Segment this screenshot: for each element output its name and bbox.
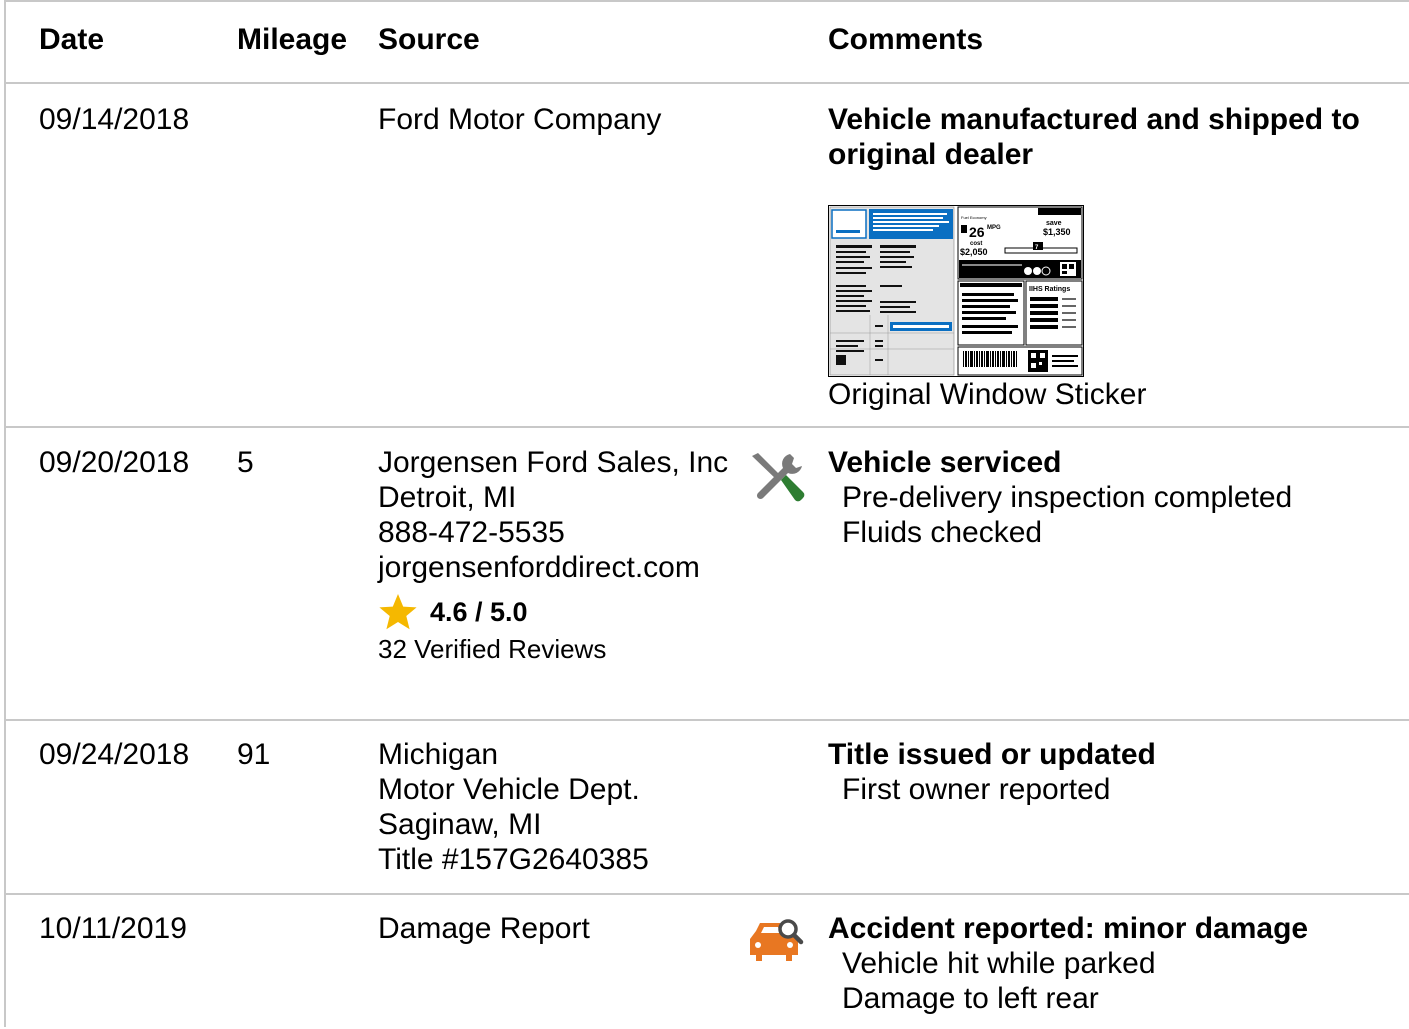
verified-reviews-link[interactable]: 32 Verified Reviews: [378, 633, 748, 665]
table-row: 09/24/2018 91 Michigan Motor Vehicle Dep…: [6, 721, 1409, 895]
record-comments: Vehicle manufactured and shipped to orig…: [828, 102, 1398, 412]
comment-detail: First owner reported: [842, 773, 1111, 806]
record-date: 10/11/2019: [39, 912, 187, 945]
star-icon: [379, 594, 417, 630]
comment-detail: Damage to left rear: [842, 982, 1099, 1015]
svg-text:MPG: MPG: [987, 225, 1001, 231]
table-row: 10/11/2019 Damage Report Accident report…: [6, 895, 1409, 1029]
dealer-rating[interactable]: 4.6 / 5.0: [378, 593, 748, 631]
source-line: Jorgensen Ford Sales, Inc: [378, 446, 729, 479]
record-comments: Vehicle serviced Pre-delivery inspection…: [828, 445, 1398, 550]
source-line: Michigan: [378, 738, 499, 771]
wrench-screwdriver-icon: [752, 453, 805, 502]
source-line: Title #157G2640385: [378, 843, 649, 876]
record-date: 09/20/2018: [39, 446, 190, 479]
window-sticker-thumbnail[interactable]: Fuel Economy 26 MPG save $1,350 cost $2,…: [828, 205, 1084, 377]
header-mileage[interactable]: Mileage: [237, 22, 347, 57]
record-source: Jorgensen Ford Sales, Inc Detroit, MI 88…: [378, 445, 748, 665]
source-line: Saginaw, MI: [378, 808, 542, 841]
svg-text:26: 26: [969, 224, 985, 240]
rating-value: 4.6 / 5.0: [430, 596, 528, 627]
table-row: 09/14/2018 Ford Motor Company Vehicle ma…: [6, 84, 1409, 428]
record-comments: Accident reported: minor damage Vehicle …: [828, 911, 1398, 1016]
record-mileage: 5: [237, 446, 254, 479]
record-source: Ford Motor Company: [378, 102, 748, 137]
record-source: Damage Report: [378, 911, 748, 946]
comment-title: Title issued or updated: [828, 738, 1156, 771]
source-line: Detroit, MI: [378, 481, 517, 514]
svg-text:save: save: [1046, 220, 1062, 227]
comment-title: Accident reported: minor damage: [828, 912, 1309, 945]
header-date[interactable]: Date: [39, 22, 104, 57]
service-icon-wrap: [748, 450, 806, 514]
comment-title: Vehicle manufactured and shipped to orig…: [828, 103, 1360, 171]
table-row: 09/20/2018 5 Jorgensen Ford Sales, Inc D…: [6, 428, 1409, 721]
record-mileage: 91: [237, 738, 271, 771]
header-comments[interactable]: Comments: [828, 22, 1398, 57]
source-line[interactable]: Damage Report: [378, 911, 748, 946]
table-header: Date Mileage Source Comments: [6, 2, 1409, 84]
source-line: Motor Vehicle Dept.: [378, 773, 640, 806]
window-sticker-caption[interactable]: Original Window Sticker: [828, 377, 1398, 412]
comment-title: Vehicle serviced: [828, 446, 1062, 479]
record-source: Michigan Motor Vehicle Dept. Saginaw, MI…: [378, 737, 748, 877]
svg-text:$2,050: $2,050: [960, 247, 988, 257]
svg-text:$1,350: $1,350: [1043, 227, 1071, 237]
record-date: 09/24/2018: [39, 738, 190, 771]
svg-text:Fuel Economy: Fuel Economy: [961, 215, 987, 220]
source-line: 888-472-5535: [378, 516, 565, 549]
comment-detail: Vehicle hit while parked: [842, 947, 1156, 980]
record-date: 09/14/2018: [39, 103, 190, 136]
svg-text:IIHS Ratings: IIHS Ratings: [1029, 286, 1070, 293]
record-comments: Title issued or updated First owner repo…: [828, 737, 1398, 807]
accident-icon-wrap: [748, 917, 804, 973]
header-source[interactable]: Source: [378, 22, 748, 57]
car-search-icon: [750, 919, 804, 961]
vehicle-history-table: Date Mileage Source Comments 09/14/2018 …: [4, 0, 1409, 1027]
source-link[interactable]: jorgensenforddirect.com: [378, 550, 748, 585]
source-line: Ford Motor Company: [378, 103, 662, 136]
comment-detail: Pre-delivery inspection completed: [842, 481, 1293, 514]
comment-detail: Fluids checked: [842, 516, 1043, 549]
